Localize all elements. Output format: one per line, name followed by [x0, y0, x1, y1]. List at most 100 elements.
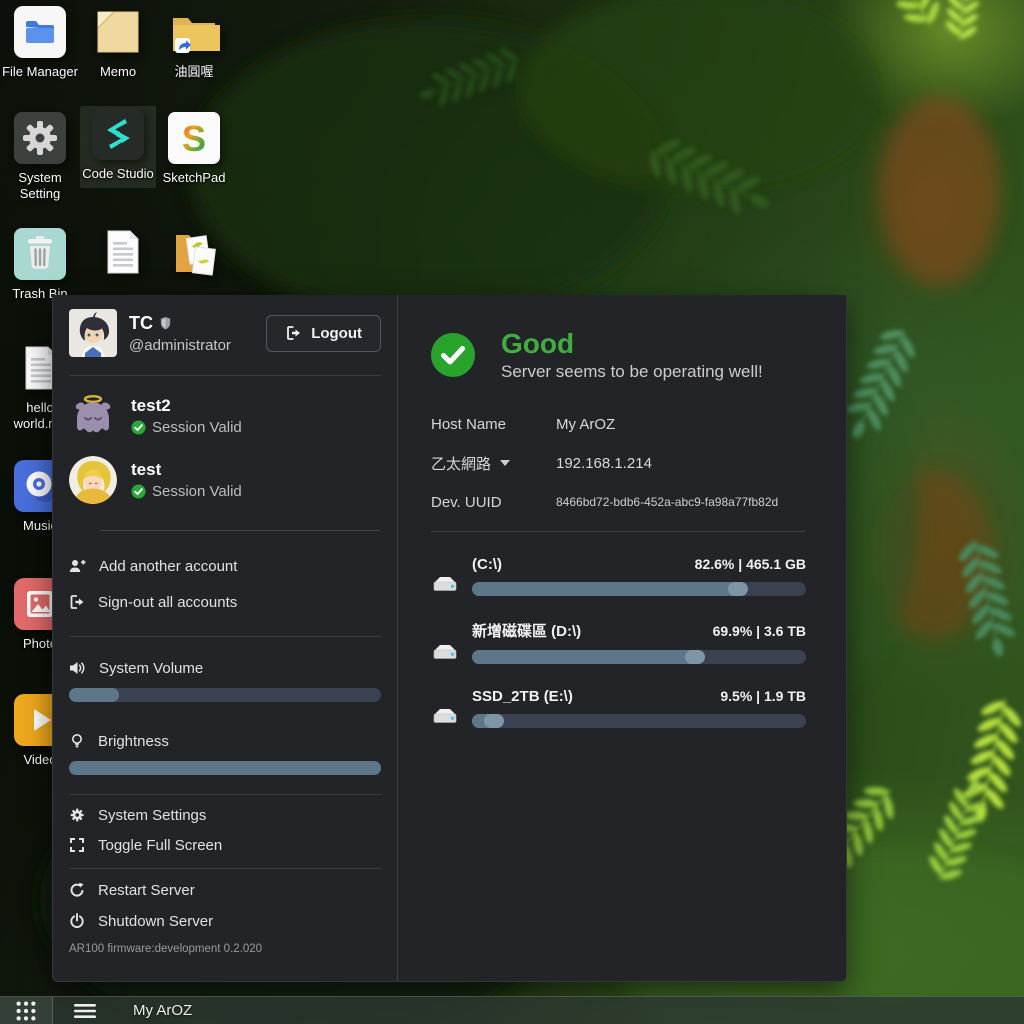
- hostname-value: My ArOZ: [556, 416, 615, 433]
- icon-label: File Manager: [2, 64, 78, 80]
- current-user-header: TC @administrator Logout: [69, 309, 381, 357]
- uuid-value: 8466bd72-bdb6-452a-abc9-fa98a77fb82d: [556, 495, 778, 509]
- disk-row-c: (C:\) 82.6% | 465.1 GB: [431, 556, 806, 596]
- logout-button[interactable]: Logout: [266, 315, 381, 352]
- disk-usage-bar: [472, 714, 806, 728]
- session-valid-check-icon: [131, 420, 146, 435]
- add-user-icon: [69, 558, 86, 574]
- menu-item-toggle-fullscreen[interactable]: Toggle Full Screen: [69, 834, 381, 856]
- server-status-column: Good Server seems to be operating well! …: [398, 295, 846, 981]
- disk-row-d: 新增磁碟區 (D:\) 69.9% | 3.6 TB: [431, 620, 806, 664]
- firmware-version: AR100 firmware:development 0.2.020: [69, 943, 381, 955]
- disk-name: SSD_2TB (E:\): [472, 688, 573, 705]
- volume-slider-fill: [69, 688, 119, 702]
- logout-icon: [285, 325, 302, 341]
- desktop-screen: File Manager Memo 油圓喔: [0, 0, 1024, 1024]
- brightness-slider[interactable]: [69, 761, 381, 775]
- desktop-icon-document[interactable]: [84, 224, 160, 284]
- power-icon: [69, 913, 85, 929]
- menu-item-label: System Volume: [99, 660, 203, 677]
- menu-item-brightness: Brightness: [69, 730, 381, 752]
- desktop-icon-folder-shortcut[interactable]: 油圓喔: [156, 4, 232, 80]
- menu-button[interactable]: [65, 997, 105, 1024]
- desktop-icon-memo[interactable]: Memo: [80, 4, 156, 80]
- disk-usage-fill: [472, 714, 504, 728]
- session-valid-check-icon: [131, 484, 146, 499]
- status-texts: Good Server seems to be operating well!: [501, 329, 763, 382]
- file-manager-icon: [14, 6, 66, 58]
- taskbar: My ArOZ: [0, 996, 1024, 1024]
- disk-row-e: SSD_2TB (E:\) 9.5% | 1.9 TB: [431, 688, 806, 728]
- account-avatar-test: [69, 456, 117, 504]
- network-dropdown[interactable]: 乙太網路: [431, 453, 556, 474]
- menu-item-shutdown-server[interactable]: Shutdown Server: [69, 910, 381, 932]
- info-row-network: 乙太網路 192.168.1.214: [431, 453, 806, 473]
- desktop-icon-code-studio[interactable]: Code Studio: [80, 106, 156, 188]
- uuid-label: Dev. UUID: [431, 494, 502, 511]
- svg-text:S: S: [182, 118, 206, 159]
- desktop-icon-system-setting[interactable]: System Setting: [2, 110, 78, 203]
- fullscreen-icon: [69, 837, 85, 853]
- server-info: Host Name My ArOZ 乙太網路 192.168.1.214 Dev…: [431, 414, 806, 512]
- info-row-uuid: Dev. UUID 8466bd72-bdb6-452a-abc9-fa98a7…: [431, 492, 806, 512]
- menu-item-restart-server[interactable]: Restart Server: [69, 879, 381, 901]
- code-studio-icon: [92, 108, 144, 160]
- menu-item-label: Toggle Full Screen: [98, 837, 222, 854]
- sketchpad-icon: S: [168, 112, 220, 164]
- folder-shortcut-icon: [168, 6, 220, 58]
- folder-documents-icon: [168, 226, 220, 278]
- hostname-label: Host Name: [431, 416, 506, 433]
- desktop-icon-trash-bin[interactable]: Trash Bin: [2, 226, 78, 302]
- account-name: test: [131, 460, 242, 480]
- divider: [69, 868, 381, 869]
- network-ip-value: 192.168.1.214: [556, 455, 652, 472]
- gear-icon: [69, 807, 85, 823]
- menu-item-add-account[interactable]: Add another account: [69, 555, 381, 577]
- current-user-handle: @administrator: [129, 337, 266, 354]
- document-icon: [96, 226, 148, 278]
- admin-shield-icon: [159, 316, 172, 331]
- desktop-icon-folder-documents[interactable]: [156, 224, 232, 284]
- account-status: Session Valid: [152, 483, 242, 500]
- account-row-test[interactable]: test Session Valid: [69, 456, 381, 504]
- icon-label: Memo: [80, 64, 156, 80]
- menu-item-label: Add another account: [99, 558, 237, 575]
- account-status: Session Valid: [152, 419, 242, 436]
- account-row-test2[interactable]: test2 Session Valid: [69, 392, 381, 440]
- divider: [69, 375, 381, 376]
- divider-short: [101, 530, 380, 531]
- system-setting-icon: [14, 112, 66, 164]
- divider: [69, 794, 381, 795]
- menu-item-system-volume: System Volume: [69, 657, 381, 679]
- hard-drive-icon: [431, 641, 459, 663]
- current-user-avatar: [69, 309, 117, 357]
- account-name: test2: [131, 396, 242, 416]
- desktop-icon-file-manager[interactable]: File Manager: [2, 4, 78, 80]
- volume-slider[interactable]: [69, 688, 381, 702]
- disk-usage-fill: [472, 582, 748, 596]
- user-menu-column: TC @administrator Logout: [53, 295, 398, 981]
- menu-item-system-settings[interactable]: System Settings: [69, 804, 381, 826]
- menu-item-label: Brightness: [98, 733, 169, 750]
- menu-item-label: Sign-out all accounts: [98, 594, 237, 611]
- disk-usage-fill: [472, 650, 705, 664]
- disk-name: 新增磁碟區 (D:\): [472, 620, 581, 641]
- status-message: Server seems to be operating well!: [501, 362, 763, 382]
- disk-usage: 82.6% | 465.1 GB: [695, 556, 806, 572]
- restart-icon: [69, 882, 85, 898]
- server-status-header: Good Server seems to be operating well!: [431, 329, 806, 382]
- icon-label: 油圓喔: [156, 64, 232, 80]
- menu-item-label: Restart Server: [98, 882, 195, 899]
- disk-usage-bar: [472, 650, 806, 664]
- divider: [431, 531, 806, 532]
- disk-name: (C:\): [472, 556, 502, 573]
- speaker-icon: [69, 660, 86, 676]
- app-launcher-button[interactable]: [0, 997, 52, 1024]
- brightness-slider-fill: [69, 761, 381, 775]
- apps-grid-icon: [14, 999, 38, 1023]
- desktop-icon-sketchpad[interactable]: S SketchPad: [156, 110, 232, 186]
- user-menu-popup: TC @administrator Logout: [52, 295, 847, 982]
- info-row-hostname: Host Name My ArOZ: [431, 414, 806, 434]
- menu-item-signout-all[interactable]: Sign-out all accounts: [69, 591, 381, 613]
- chevron-down-icon: [500, 460, 510, 466]
